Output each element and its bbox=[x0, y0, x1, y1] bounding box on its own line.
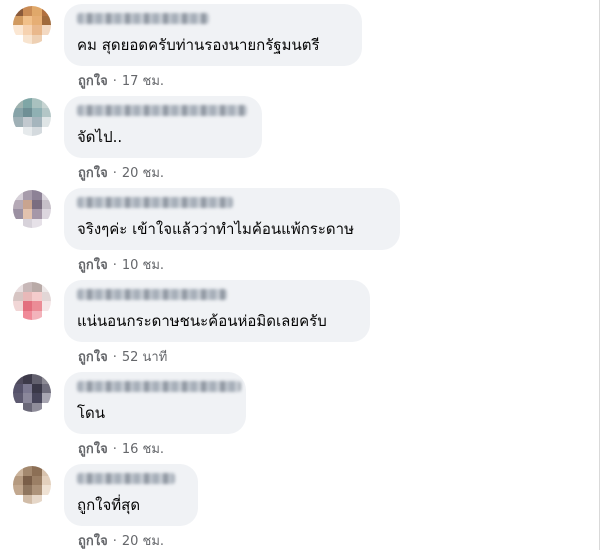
like-link[interactable]: ถูกใจ bbox=[78, 534, 108, 549]
comment-meta: ถูกใจ · 20 ชม. bbox=[78, 162, 164, 183]
comment-meta: ถูกใจ · 20 ชม. bbox=[78, 530, 164, 551]
meta-separator: · bbox=[112, 442, 117, 457]
comment-bubble: แน่นอนกระดาษชนะค้อนห่อมิดเลยครับ bbox=[64, 280, 370, 342]
comment-meta: ถูกใจ · 10 ชม. bbox=[78, 254, 164, 275]
comment-timestamp[interactable]: 16 ชม. bbox=[122, 442, 164, 457]
meta-separator: · bbox=[112, 534, 117, 549]
comment-timestamp[interactable]: 20 ชม. bbox=[122, 166, 164, 181]
comment-item: ถูกใจที่สุด ถูกใจ · 20 ชม. bbox=[0, 460, 600, 552]
comment-text: แน่นอนกระดาษชนะค้อนห่อมิดเลยครับ bbox=[77, 312, 327, 330]
meta-separator: · bbox=[112, 74, 117, 89]
comments-panel: { "comments": [ {"text": "คม สุดยอดครับท… bbox=[0, 0, 600, 550]
meta-separator: · bbox=[112, 258, 117, 273]
comment-item: คม สุดยอดครับท่านรองนายกรัฐมนตรี ถูกใจ · 1… bbox=[0, 0, 600, 92]
comment-item: แน่นอนกระดาษชนะค้อนห่อมิดเลยครับ ถูกใจ · 5… bbox=[0, 276, 600, 368]
comment-text: โดน bbox=[77, 404, 106, 422]
avatar[interactable] bbox=[13, 190, 51, 228]
comment-bubble: ถูกใจที่สุด bbox=[64, 464, 198, 526]
commenter-name[interactable] bbox=[77, 13, 209, 24]
like-link[interactable]: ถูกใจ bbox=[78, 166, 108, 181]
comment-timestamp[interactable]: 17 ชม. bbox=[122, 74, 164, 89]
comment-timestamp[interactable]: 20 ชม. bbox=[122, 534, 164, 549]
meta-separator: · bbox=[112, 166, 117, 181]
commenter-name[interactable] bbox=[77, 289, 227, 300]
comment-item: จัดไป.. ถูกใจ · 20 ชม. bbox=[0, 92, 600, 184]
comment-item: โดน ถูกใจ · 16 ชม. bbox=[0, 368, 600, 460]
like-link[interactable]: ถูกใจ bbox=[78, 442, 108, 457]
comment-text: จริงๆค่ะ เข้าใจแล้วว่าทำไมค้อนแพ้กระดาษ bbox=[77, 220, 354, 238]
avatar[interactable] bbox=[13, 466, 51, 504]
comment-meta: ถูกใจ · 17 ชม. bbox=[78, 70, 164, 91]
comment-item: จริงๆค่ะ เข้าใจแล้วว่าทำไมค้อนแพ้กระดาษ … bbox=[0, 184, 600, 276]
like-link[interactable]: ถูกใจ bbox=[78, 350, 108, 365]
comment-bubble: คม สุดยอดครับท่านรองนายกรัฐมนตรี bbox=[64, 4, 362, 66]
comment-bubble: จริงๆค่ะ เข้าใจแล้วว่าทำไมค้อนแพ้กระดาษ bbox=[64, 188, 400, 250]
avatar[interactable] bbox=[13, 98, 51, 136]
commenter-name[interactable] bbox=[77, 197, 233, 208]
commenter-name[interactable] bbox=[77, 105, 247, 116]
comment-meta: ถูกใจ · 16 ชม. bbox=[78, 438, 164, 459]
avatar[interactable] bbox=[13, 6, 51, 44]
comment-timestamp[interactable]: 52 นาที bbox=[122, 350, 167, 365]
like-link[interactable]: ถูกใจ bbox=[78, 74, 108, 89]
comment-text: ถูกใจที่สุด bbox=[77, 496, 141, 514]
comment-bubble: จัดไป.. bbox=[64, 96, 262, 158]
meta-separator: · bbox=[112, 350, 117, 365]
commenter-name[interactable] bbox=[77, 473, 175, 484]
comment-meta: ถูกใจ · 52 นาที bbox=[78, 346, 167, 367]
comment-text: จัดไป.. bbox=[77, 128, 123, 146]
comment-text: คม สุดยอดครับท่านรองนายกรัฐมนตรี bbox=[77, 36, 320, 54]
comment-bubble: โดน bbox=[64, 372, 246, 434]
commenter-name[interactable] bbox=[77, 381, 241, 392]
like-link[interactable]: ถูกใจ bbox=[78, 258, 108, 273]
avatar[interactable] bbox=[13, 374, 51, 412]
avatar[interactable] bbox=[13, 282, 51, 320]
comment-timestamp[interactable]: 10 ชม. bbox=[122, 258, 164, 273]
